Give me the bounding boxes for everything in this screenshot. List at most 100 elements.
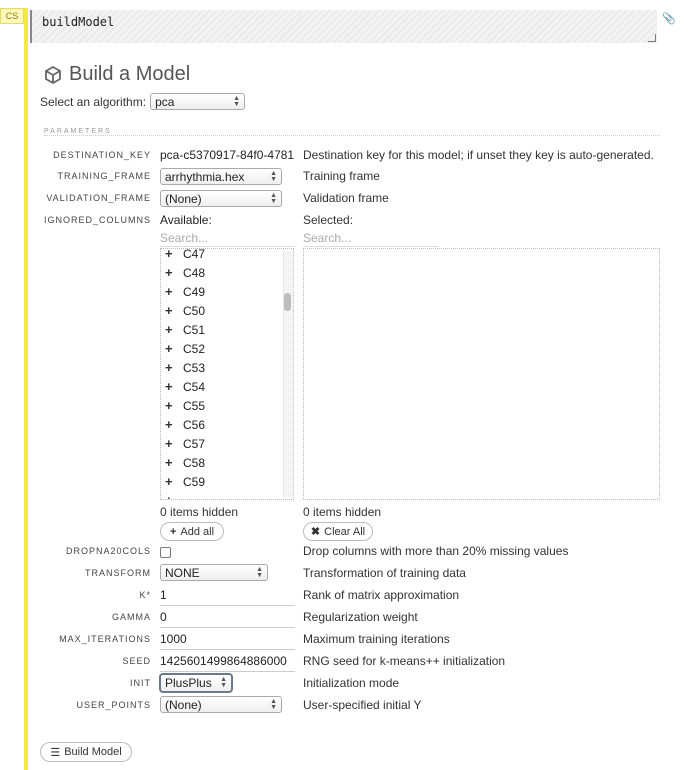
list-item[interactable]: + C51 bbox=[165, 322, 205, 337]
training-frame-select[interactable]: arrhythmia.hex ▲ ▼ bbox=[160, 168, 282, 185]
clear-all-label: Clear All bbox=[324, 525, 366, 538]
transform-select[interactable]: NONE ▲ ▼ bbox=[160, 564, 268, 581]
list-item[interactable]: + C49 bbox=[165, 284, 205, 299]
gamma-value: 0 bbox=[160, 610, 167, 624]
list-item[interactable]: + C50 bbox=[165, 303, 205, 318]
param-help: Initialization mode bbox=[303, 676, 400, 690]
param-help: Training frame bbox=[303, 169, 380, 183]
plus-icon: + bbox=[165, 436, 173, 451]
init-select[interactable]: PlusPlus ▲ ▼ bbox=[159, 673, 233, 693]
code-editor[interactable]: buildModel bbox=[30, 10, 657, 43]
algorithm-select[interactable]: pca ▲ ▼ bbox=[150, 93, 246, 110]
select-arrows-icon: ▲ ▼ bbox=[256, 565, 263, 579]
select-arrows-icon: ▲ ▼ bbox=[220, 676, 227, 689]
param-destination-key: DESTINATION_KEY pca-c5370917-84f0-4781 D… bbox=[0, 146, 688, 166]
list-icon: ☰ bbox=[50, 746, 61, 759]
list-item[interactable]: + C54 bbox=[165, 379, 205, 394]
param-help: User-specified initial Y bbox=[303, 698, 422, 712]
k-input[interactable]: 1 bbox=[160, 586, 295, 606]
list-item[interactable]: + C57 bbox=[165, 436, 205, 451]
paperclip-icon[interactable]: 📎 bbox=[662, 12, 676, 25]
plus-icon: + bbox=[165, 265, 173, 280]
column-name: C49 bbox=[183, 284, 206, 299]
selected-label: Selected: bbox=[303, 213, 354, 227]
param-validation-frame: VALIDATION_FRAME (None) ▲ ▼ Validation fr… bbox=[0, 189, 688, 209]
gamma-input[interactable]: 0 bbox=[160, 608, 295, 628]
page-title: Build a Model bbox=[43, 63, 190, 86]
divider bbox=[44, 135, 660, 136]
build-model-label: Build Model bbox=[64, 746, 122, 758]
param-label: MAX_ITERATIONS bbox=[59, 634, 151, 644]
param-dropna20cols: DROPNA20COLS Drop columns with more than… bbox=[0, 542, 688, 562]
dropna20cols-checkbox[interactable] bbox=[160, 547, 171, 558]
column-name: C51 bbox=[183, 322, 206, 337]
available-label: Available: bbox=[160, 213, 212, 227]
select-arrows-icon: ▲ ▼ bbox=[270, 697, 277, 711]
param-label: TRAINING_FRAME bbox=[57, 171, 151, 181]
seed-input[interactable]: 1425601499864886000 bbox=[160, 652, 295, 672]
list-item[interactable]: + C58 bbox=[165, 455, 205, 470]
available-search-input[interactable]: Search... bbox=[160, 231, 295, 247]
list-item[interactable]: + C56 bbox=[165, 417, 205, 432]
param-label: K* bbox=[139, 590, 151, 600]
available-columns-list[interactable]: + C47 + C48 + C49 + C50 + C51 + C52 + C53 + C54 … bbox=[160, 248, 294, 500]
plus-icon: + bbox=[165, 360, 173, 375]
param-ignored-columns: IGNORED_COLUMNS Available: Selected: bbox=[0, 211, 688, 231]
param-gamma: GAMMA 0 Regularization weight bbox=[0, 608, 688, 628]
search-placeholder: Search... bbox=[160, 231, 209, 245]
param-label: DESTINATION_KEY bbox=[53, 150, 151, 160]
column-name: C53 bbox=[183, 360, 206, 375]
destination-key-value: pca-c5370917-84f0-4781 bbox=[160, 148, 295, 162]
column-name: C57 bbox=[183, 436, 206, 451]
algorithm-label: Select an algorithm: bbox=[40, 94, 147, 109]
user-points-select[interactable]: (None) ▲ ▼ bbox=[160, 696, 282, 713]
param-label: INIT bbox=[130, 678, 151, 688]
add-all-label: Add all bbox=[180, 525, 215, 538]
param-help: Drop columns with more than 20% missing … bbox=[303, 544, 569, 558]
parameters-heading: PARAMETERS bbox=[44, 128, 112, 135]
param-help: Rank of matrix approximation bbox=[303, 588, 460, 602]
validation-frame-value: (None) bbox=[165, 191, 202, 206]
list-item[interactable]: + C47 bbox=[165, 249, 205, 261]
column-name: C54 bbox=[183, 379, 206, 394]
selected-search-input[interactable]: Search... bbox=[303, 231, 438, 247]
param-label: SEED bbox=[122, 656, 151, 666]
param-help: Transformation of training data bbox=[303, 566, 466, 580]
title-text: Build a Model bbox=[69, 63, 191, 85]
param-help: Maximum training iterations bbox=[303, 632, 450, 646]
build-model-button[interactable]: ☰ Build Model bbox=[40, 742, 132, 762]
init-value: PlusPlus bbox=[165, 676, 212, 690]
list-item[interactable]: + bbox=[165, 493, 183, 499]
selected-columns-list[interactable] bbox=[303, 248, 660, 500]
param-label: USER_POINTS bbox=[76, 700, 151, 710]
algorithm-row: Select an algorithm: pca ▲ ▼ bbox=[40, 93, 246, 110]
column-name: C58 bbox=[183, 455, 206, 470]
clear-all-button[interactable]: ✖ Clear All bbox=[303, 522, 373, 541]
close-icon: ✖ bbox=[310, 526, 321, 538]
list-item[interactable]: + C53 bbox=[165, 360, 205, 375]
training-frame-value: arrhythmia.hex bbox=[165, 169, 245, 184]
scrollbar-track[interactable] bbox=[283, 251, 293, 497]
list-item[interactable]: + C52 bbox=[165, 341, 205, 356]
list-item[interactable]: + C59 bbox=[165, 474, 205, 489]
max-iterations-input[interactable]: 1000 bbox=[160, 630, 295, 650]
destination-key-input[interactable]: pca-c5370917-84f0-4781 bbox=[160, 146, 298, 166]
available-hidden-count: 0 items hidden bbox=[160, 505, 239, 519]
param-help: RNG seed for k-means++ initialization bbox=[303, 654, 506, 668]
transform-value: NONE bbox=[165, 565, 200, 580]
validation-frame-select[interactable]: (None) ▲ ▼ bbox=[160, 190, 282, 207]
search-placeholder: Search... bbox=[303, 231, 352, 245]
resize-handle[interactable] bbox=[648, 34, 656, 42]
list-item[interactable]: + C48 bbox=[165, 265, 205, 280]
plus-icon: + bbox=[165, 284, 173, 299]
list-item[interactable]: + C55 bbox=[165, 398, 205, 413]
plus-icon: + bbox=[165, 322, 173, 337]
column-name: C59 bbox=[183, 474, 206, 489]
selected-hidden-count: 0 items hidden bbox=[303, 505, 382, 519]
cube-icon bbox=[45, 65, 61, 84]
column-name: C50 bbox=[183, 303, 206, 318]
select-arrows-icon: ▲ ▼ bbox=[233, 94, 241, 108]
add-all-button[interactable]: + Add all bbox=[160, 522, 224, 541]
code-text: buildModel bbox=[42, 15, 115, 29]
scrollbar-thumb[interactable] bbox=[284, 293, 291, 311]
